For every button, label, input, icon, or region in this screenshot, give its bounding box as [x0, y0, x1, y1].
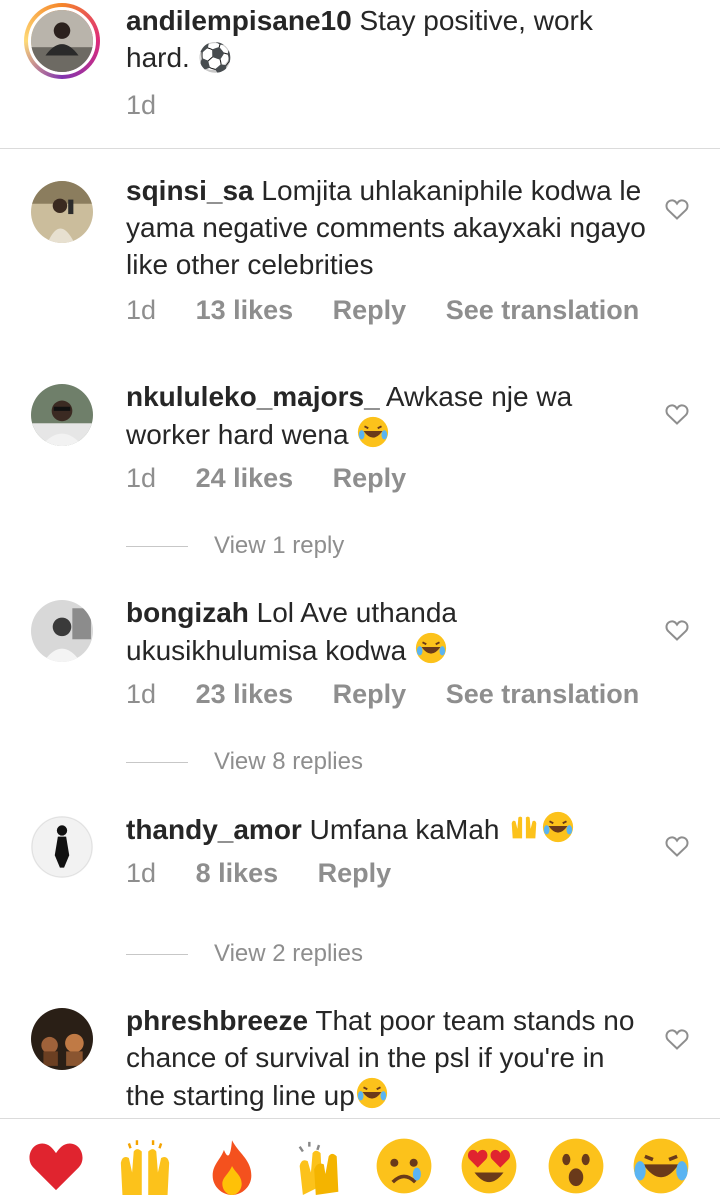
like-heart-icon[interactable] [665, 403, 689, 425]
like-heart-icon[interactable] [665, 198, 689, 220]
likes-count[interactable]: 23 likes [196, 679, 294, 709]
comment-time: 1d [126, 858, 157, 888]
sad-face-icon[interactable] [375, 1137, 433, 1195]
avatar[interactable] [31, 816, 93, 878]
comment-meta: 1d 13 likes Reply See translation [126, 295, 671, 326]
comment-meta: 1d 24 likes Reply [126, 463, 438, 494]
view-replies-label[interactable]: View 8 replies [214, 748, 363, 775]
comment-text: nkululeko_majors_ Awkase nje wa worker h… [126, 378, 646, 453]
view-replies-label[interactable]: View 1 reply [214, 532, 344, 559]
avatar[interactable] [24, 3, 100, 79]
quick-reactions-bar [0, 1118, 720, 1195]
comment-text: thandy_amor Umfana kaMah [126, 810, 646, 848]
avatar[interactable] [31, 384, 93, 446]
tears-of-joy-icon[interactable] [632, 1137, 690, 1195]
surprised-face-icon[interactable] [547, 1137, 605, 1195]
reply-button[interactable]: Reply [333, 679, 407, 709]
comment-text: andilempisane10 Stay positive, work hard… [126, 2, 646, 76]
view-replies-button[interactable]: View 1 reply [126, 532, 344, 560]
like-heart-icon[interactable] [665, 619, 689, 641]
raising-hands-icon[interactable] [116, 1137, 174, 1195]
comment-time: 1d [126, 463, 157, 493]
divider-line [126, 762, 188, 764]
heart-eyes-icon[interactable] [460, 1137, 518, 1195]
comment-username[interactable]: nkululeko_majors_ [126, 381, 380, 412]
comment-username[interactable]: andilempisane10 [126, 5, 352, 36]
likes-count[interactable]: 13 likes [196, 295, 294, 325]
tears-of-joy-icon [358, 416, 389, 448]
tears-of-joy-icon [543, 811, 574, 843]
clapping-hands-icon[interactable] [290, 1137, 348, 1195]
see-translation-button[interactable]: See translation [446, 295, 640, 325]
comment-text: phreshbreeze That poor team stands no ch… [126, 1002, 646, 1114]
comment-time: 1d [126, 679, 157, 709]
like-heart-icon[interactable] [665, 835, 689, 857]
fire-icon[interactable] [203, 1137, 261, 1195]
like-heart-icon[interactable] [665, 1028, 689, 1050]
avatar[interactable] [31, 1008, 93, 1070]
comment-time: 1d [126, 295, 157, 325]
view-replies-button[interactable]: View 2 replies [126, 940, 363, 968]
comment-meta: 1d 23 likes Reply See translation [126, 679, 671, 710]
divider-line [126, 954, 188, 956]
reply-button[interactable]: Reply [318, 858, 392, 888]
comment-username[interactable]: sqinsi_sa [126, 175, 254, 206]
likes-count[interactable]: 8 likes [196, 858, 279, 888]
comment-meta: 1d 8 likes Reply [126, 858, 423, 889]
divider [0, 148, 720, 149]
view-replies-label[interactable]: View 2 replies [214, 940, 363, 967]
comment-time: 1d [126, 90, 157, 120]
see-translation-button[interactable]: See translation [446, 679, 640, 709]
tears-of-joy-icon [356, 1077, 387, 1109]
reply-button[interactable]: Reply [333, 295, 407, 325]
comment-text: bongizah Lol Ave uthanda ukusikhulumisa … [126, 594, 646, 669]
raising-hands-icon [511, 816, 537, 839]
likes-count[interactable]: 24 likes [196, 463, 294, 493]
avatar[interactable] [31, 181, 93, 243]
red-heart-icon[interactable] [27, 1137, 85, 1195]
avatar[interactable] [31, 600, 93, 662]
view-replies-button[interactable]: View 8 replies [126, 748, 363, 776]
tears-of-joy-icon [415, 632, 447, 664]
divider-line [126, 546, 188, 548]
comment-username[interactable]: bongizah [126, 597, 249, 628]
comment-text: sqinsi_sa Lomjita uhlakaniphile kodwa le… [126, 172, 646, 283]
comment-body: Umfana kaMah [309, 814, 500, 845]
comment-meta: 1d [126, 90, 188, 121]
comment-username[interactable]: phreshbreeze [126, 1005, 308, 1036]
comment-username[interactable]: thandy_amor [126, 814, 302, 845]
reply-button[interactable]: Reply [333, 463, 407, 493]
